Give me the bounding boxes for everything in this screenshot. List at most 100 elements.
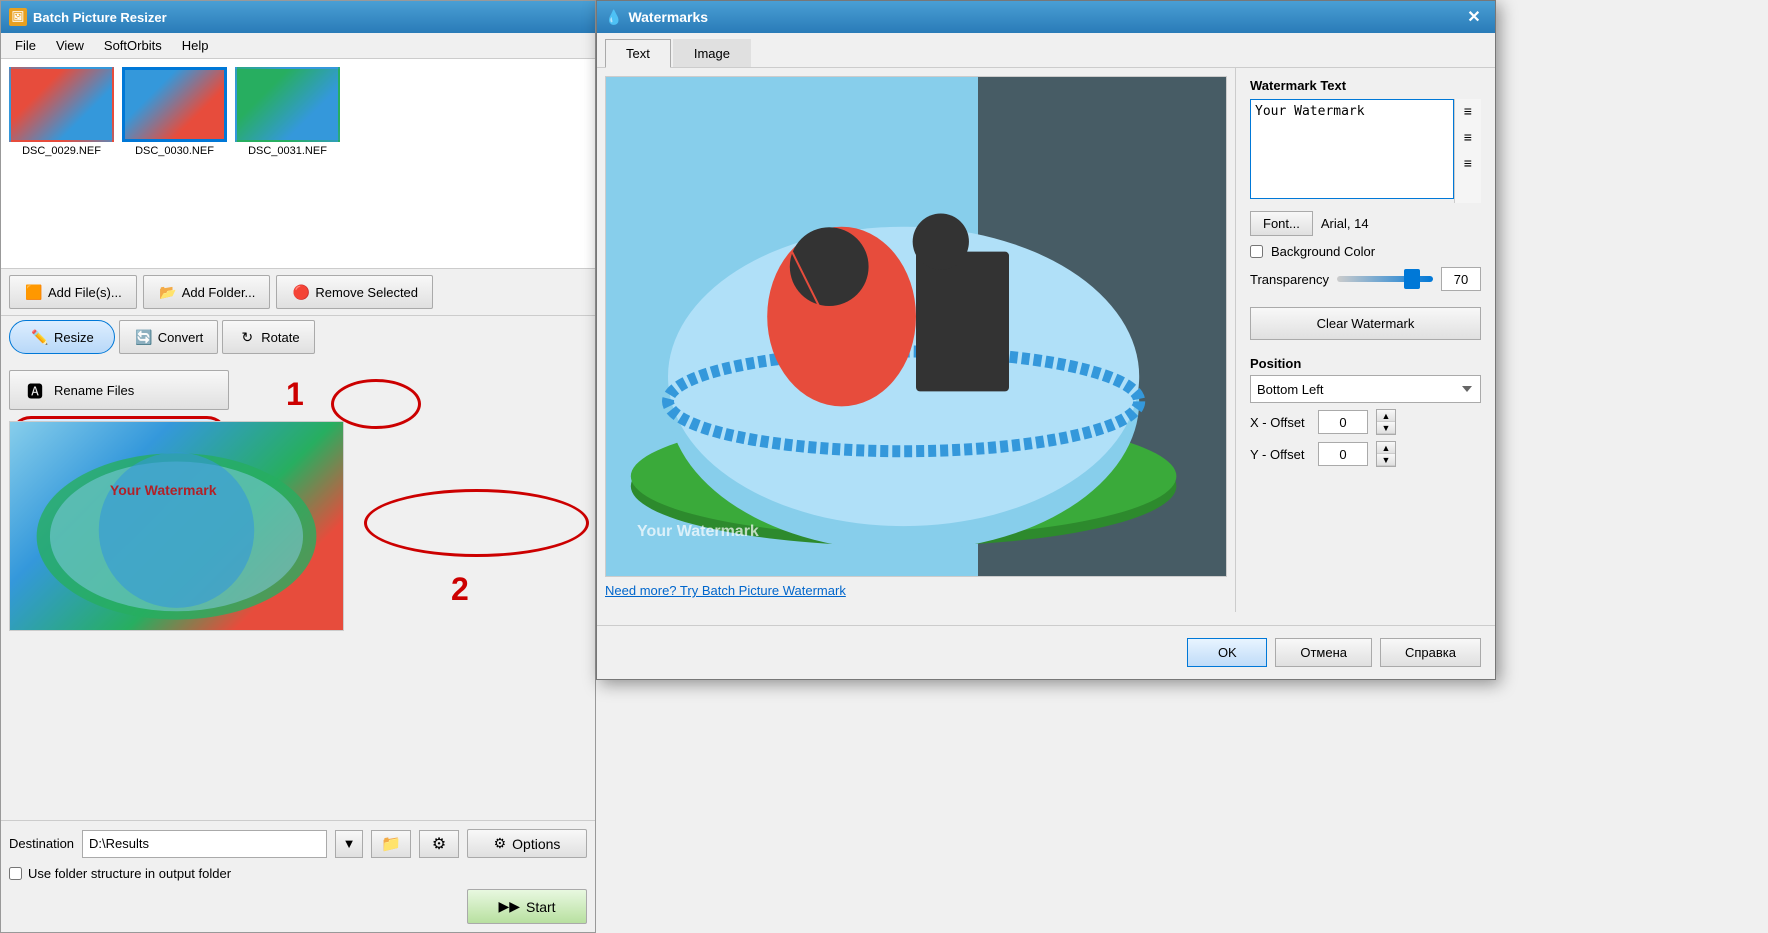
x-offset-label: X - Offset	[1250, 415, 1310, 430]
app-titlebar: 🖼 Batch Picture Resizer	[1, 1, 595, 33]
folder-structure-row: Use folder structure in output folder	[9, 866, 587, 881]
thumbnail-strip: DSC_0029.NEF DSC_0030.NEF DSC_0031.NEF	[1, 59, 595, 269]
position-label: Position	[1250, 356, 1481, 371]
tab-text[interactable]: Text	[605, 39, 671, 68]
remove-selected-button[interactable]: 🔴 Remove Selected	[276, 275, 433, 309]
annotation-number-2: 2	[451, 571, 469, 608]
preview-svg: Your Watermark	[10, 422, 343, 630]
x-offset-input[interactable]	[1318, 410, 1368, 434]
tool-tabs: ✏️ Resize 🔄 Convert ↻ Rotate	[1, 316, 595, 358]
y-offset-input[interactable]	[1318, 442, 1368, 466]
y-offset-row: Y - Offset ▲ ▼	[1250, 441, 1481, 467]
text-align-left-icon[interactable]: ≡	[1459, 103, 1477, 119]
thumbnail-image	[9, 67, 114, 142]
thumbnail-item[interactable]: DSC_0031.NEF	[235, 67, 340, 260]
destination-label: Destination	[9, 836, 74, 851]
dialog-title-left: 💧 Watermarks	[605, 9, 708, 26]
thumbnail-label: DSC_0031.NEF	[248, 145, 327, 157]
thumbnail-label: DSC_0029.NEF	[22, 145, 101, 157]
rename-label: Rename Files	[54, 383, 134, 398]
start-icon: ▶▶	[498, 898, 520, 915]
add-folder-icon: 📂	[158, 282, 178, 302]
watermark-text-label: Watermark Text	[1250, 78, 1481, 93]
textarea-wrapper: Your Watermark ≡ ≡ ≡	[1250, 99, 1481, 203]
bg-color-label: Background Color	[1271, 244, 1375, 259]
svg-text:Your Watermark: Your Watermark	[110, 482, 217, 498]
text-align-center-icon[interactable]: ≡	[1459, 129, 1477, 145]
options-button-small[interactable]: ⚙	[419, 830, 459, 858]
cake-preview-svg: Your Watermark	[606, 77, 1226, 576]
remove-selected-icon: 🔴	[291, 282, 311, 302]
position-select[interactable]: Top Left Top Center Top Right Center Lef…	[1250, 375, 1481, 403]
clear-watermark-button[interactable]: Clear Watermark	[1250, 307, 1481, 340]
y-offset-down[interactable]: ▼	[1377, 454, 1395, 466]
menu-softorbits[interactable]: SoftOrbits	[94, 35, 172, 56]
y-offset-spin: ▲ ▼	[1376, 441, 1396, 467]
watermark-link[interactable]: Need more? Try Batch Picture Watermark	[605, 577, 1227, 604]
folder-structure-checkbox[interactable]	[9, 867, 22, 880]
text-align-right-icon[interactable]: ≡	[1459, 155, 1477, 171]
transparency-input[interactable]	[1441, 267, 1481, 291]
rotate-icon: ↻	[237, 327, 257, 347]
add-folder-label: Add Folder...	[182, 285, 256, 300]
options-icon: ⚙	[494, 835, 507, 852]
menu-help[interactable]: Help	[172, 35, 219, 56]
add-files-label: Add File(s)...	[48, 285, 122, 300]
app-window: 🖼 Batch Picture Resizer File View SoftOr…	[0, 0, 596, 933]
dialog-title: Watermarks	[628, 9, 708, 25]
x-offset-down[interactable]: ▼	[1377, 422, 1395, 434]
bottom-bar: Destination ▼ 📁 ⚙ ⚙ Options Use folder s…	[1, 820, 595, 932]
menu-file[interactable]: File	[5, 35, 46, 56]
dialog-close-button[interactable]: ✕	[1461, 4, 1487, 30]
dialog-tabs: Text Image	[597, 33, 1495, 68]
thumbnail-item[interactable]: DSC_0029.NEF	[9, 67, 114, 260]
right-panel: Watermark Text Your Watermark ≡ ≡ ≡ Font…	[1235, 68, 1495, 612]
folder-structure-label: Use folder structure in output folder	[28, 866, 231, 881]
watermark-text-input[interactable]: Your Watermark	[1250, 99, 1454, 199]
options-label: Options	[512, 836, 560, 852]
add-files-button[interactable]: 🟧 Add File(s)...	[9, 275, 137, 309]
tab-convert[interactable]: 🔄 Convert	[119, 320, 219, 354]
thumbnail-item[interactable]: DSC_0030.NEF	[122, 67, 227, 260]
add-folder-button[interactable]: 📂 Add Folder...	[143, 275, 271, 309]
cancel-button[interactable]: Отмена	[1275, 638, 1372, 667]
ok-button[interactable]: OK	[1187, 638, 1267, 667]
remove-selected-label: Remove Selected	[315, 285, 418, 300]
bg-color-checkbox[interactable]	[1250, 245, 1263, 258]
x-offset-up[interactable]: ▲	[1377, 410, 1395, 422]
tab-convert-label: Convert	[158, 330, 204, 345]
font-row: Font... Arial, 14	[1250, 211, 1481, 236]
rename-files-button[interactable]: 🅰 Rename Files	[9, 370, 229, 410]
dialog-titlebar: 💧 Watermarks ✕	[597, 1, 1495, 33]
bg-color-row: Background Color	[1250, 244, 1481, 259]
dialog-content: Your Watermark Need more? Try Batch Pict…	[597, 68, 1495, 612]
preview-area: Your Watermark Need more? Try Batch Pict…	[597, 68, 1235, 612]
dialog-footer: OK Отмена Справка	[597, 625, 1495, 679]
preview-frame: Your Watermark	[605, 76, 1227, 577]
start-label: Start	[526, 899, 556, 915]
transparency-slider[interactable]	[1337, 276, 1433, 282]
add-files-icon: 🟧	[24, 282, 44, 302]
start-button[interactable]: ▶▶ Start	[467, 889, 587, 924]
tab-rotate[interactable]: ↻ Rotate	[222, 320, 314, 354]
tab-resize[interactable]: ✏️ Resize	[9, 320, 115, 354]
slider-thumb[interactable]	[1404, 269, 1420, 289]
menu-view[interactable]: View	[46, 35, 94, 56]
transparency-row: Transparency	[1250, 267, 1481, 291]
transparency-label: Transparency	[1250, 272, 1329, 287]
watermark-icon: 💧	[605, 9, 622, 26]
tab-image[interactable]: Image	[673, 39, 751, 67]
destination-row: Destination ▼ 📁 ⚙ ⚙ Options	[9, 829, 587, 858]
destination-input[interactable]	[82, 830, 327, 858]
browse-folder-button[interactable]: 📁	[371, 830, 411, 858]
options-button[interactable]: ⚙ Options	[467, 829, 587, 858]
destination-dropdown[interactable]: ▼	[335, 830, 363, 858]
help-button[interactable]: Справка	[1380, 638, 1481, 667]
font-button[interactable]: Font...	[1250, 211, 1313, 236]
tab-rotate-label: Rotate	[261, 330, 299, 345]
watermarks-dialog: 💧 Watermarks ✕ Text Image	[596, 0, 1496, 680]
annotation-circle-2	[364, 489, 589, 557]
y-offset-up[interactable]: ▲	[1377, 442, 1395, 454]
tab-resize-label: Resize	[54, 330, 94, 345]
large-preview: Your Watermark	[9, 421, 344, 631]
